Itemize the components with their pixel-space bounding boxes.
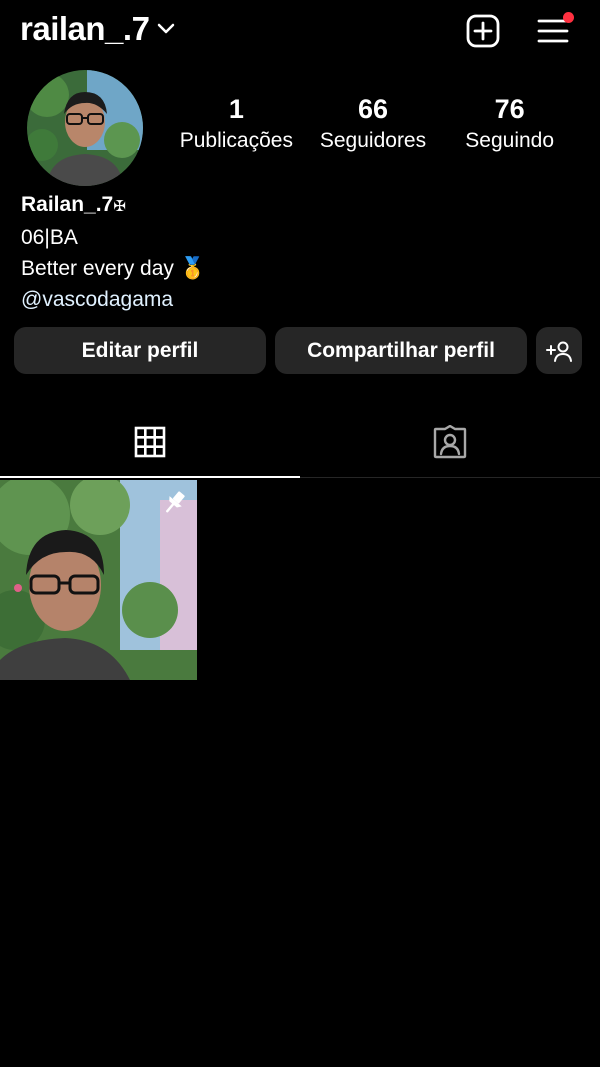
discover-people-button[interactable]	[536, 327, 582, 374]
bio-line-1: 06|BA	[21, 226, 78, 249]
bio: Railan_.7✠ 06|BA Better every day 🥇 @vas…	[21, 189, 206, 315]
account-switcher[interactable]: railan_.7	[20, 10, 175, 48]
stat-posts[interactable]: 1 Publicações	[168, 92, 305, 156]
stat-following-count: 76	[494, 94, 525, 124]
stat-followers-label: Seguidores	[319, 129, 427, 152]
bio-line-2: Better every day 🥇	[21, 257, 206, 280]
post-thumbnail[interactable]	[0, 480, 197, 680]
name-symbol: ✠	[113, 198, 126, 215]
tagged-person-icon	[433, 425, 467, 459]
tab-tagged[interactable]	[300, 407, 600, 477]
add-person-icon	[546, 341, 572, 362]
profile-tabs	[0, 407, 600, 478]
tab-posts-grid[interactable]	[0, 407, 300, 478]
stat-following[interactable]: 76 Seguindo	[441, 92, 578, 156]
stat-following-label: Seguindo	[465, 129, 555, 152]
share-profile-button[interactable]: Compartilhar perfil	[275, 327, 527, 374]
plus-square-icon	[466, 14, 500, 48]
stat-posts-count: 1	[228, 94, 244, 124]
chevron-down-icon	[157, 22, 175, 40]
stat-posts-label: Publicações	[179, 129, 293, 152]
username: railan_.7	[20, 10, 150, 47]
bio-link[interactable]: @vascodagama	[21, 284, 206, 315]
profile-stats: 1 Publicações 66 Seguidores 76 Seguindo	[168, 92, 578, 156]
profile-actions: Editar perfil Compartilhar perfil	[14, 327, 582, 374]
display-name: Railan_.7	[21, 193, 114, 216]
pin-icon	[161, 488, 189, 521]
menu-button[interactable]	[534, 12, 574, 50]
notification-dot	[563, 12, 574, 23]
top-bar: railan_.7	[0, 0, 600, 62]
grid-icon	[134, 426, 166, 458]
avatar[interactable]	[27, 70, 143, 186]
stat-followers-count: 66	[357, 94, 389, 124]
create-button[interactable]	[464, 12, 502, 50]
edit-profile-button[interactable]: Editar perfil	[14, 327, 266, 374]
stat-followers[interactable]: 66 Seguidores	[305, 92, 442, 156]
